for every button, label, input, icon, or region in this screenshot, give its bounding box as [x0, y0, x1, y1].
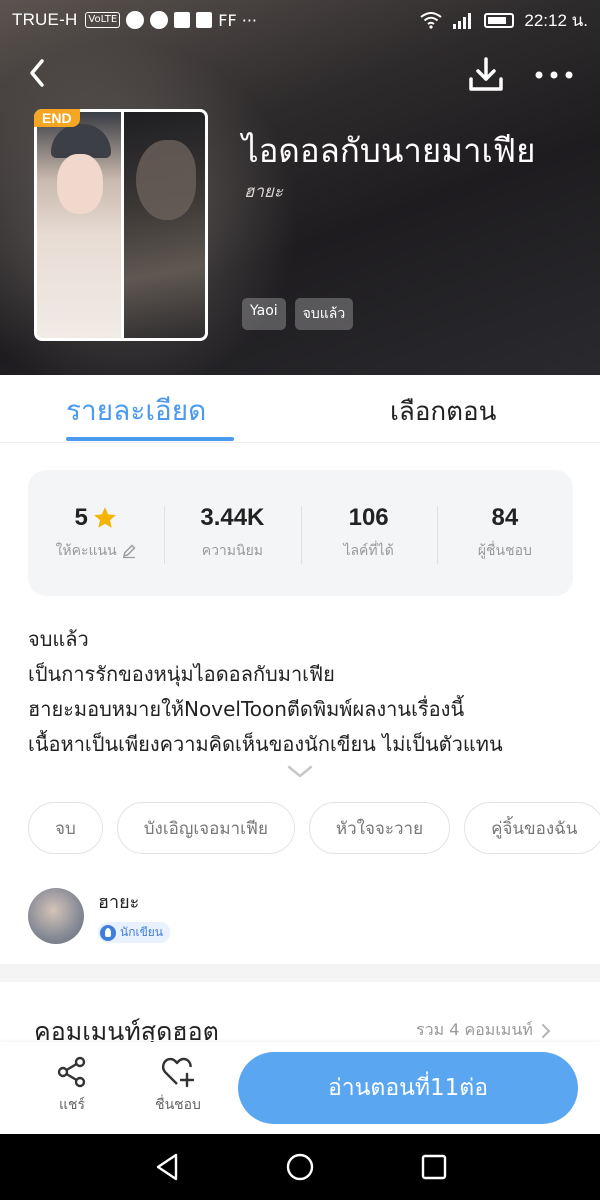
description-line: ฮายะมอบหมายให้NovelToonตีดพิมพ์ผลงานเรื่…	[28, 697, 465, 721]
share-label: แชร์	[58, 1097, 86, 1113]
book-cover	[34, 109, 208, 341]
active-tab-indicator	[66, 437, 234, 441]
comments-count: รวม 4 คอมเมนท์	[416, 1020, 533, 1039]
signal-icon	[453, 13, 472, 29]
rating-value: 5	[74, 504, 88, 531]
share-icon	[57, 1056, 86, 1088]
tab-episodes[interactable]: เลือกตอน	[390, 391, 496, 432]
tag-genre[interactable]: Yaoi	[242, 298, 286, 330]
description-line: เป็นการรักของหนุ่มไอดอลกับมาเฟีย	[28, 662, 335, 686]
nav-back-icon[interactable]	[152, 1151, 184, 1183]
book-author: ฮายะ	[244, 182, 284, 202]
writer-badge: นักเขียน	[98, 922, 171, 943]
youtube-icon	[196, 12, 213, 28]
stats-panel: 5 ให้คะแนน 3.44K ความนิยม 106 ไลค์ที่ได้…	[28, 470, 573, 596]
keyword-chip[interactable]: บังเอิญเจอมาเฟีย	[116, 802, 295, 854]
genre-tags: Yaoi จบแล้ว	[242, 298, 354, 330]
cover-image-left	[37, 112, 121, 338]
stat-fans: 84 ผู้ชื่นชอบ	[436, 504, 573, 564]
tab-bar: รายละเอียด เลือกตอน	[0, 375, 600, 443]
stat-likes: 106 ไลค์ที่ได้	[300, 504, 437, 564]
likes-label: ไลค์ที่ได้	[343, 543, 394, 559]
fans-label: ผู้ชื่นชอบ	[477, 543, 532, 559]
status-icons: VoLTE FF ···	[85, 11, 257, 30]
clock: 22:12 น.	[524, 10, 588, 30]
keyword-chip[interactable]: จบ	[28, 802, 103, 854]
author-card[interactable]: ฮายะ นักเขียน	[28, 887, 171, 945]
cover-image-right	[124, 112, 205, 338]
wifi-icon	[420, 12, 443, 29]
stat-rating[interactable]: 5 ให้คะแนน	[28, 504, 164, 562]
status-right: 22:12 น.	[420, 7, 588, 34]
keyword-chips: จบ บังเอิญเจอมาเฟีย หัวใจจะวาย คู่จิ้นขอ…	[28, 802, 600, 854]
writer-icon	[100, 924, 116, 941]
facebook-icon	[174, 12, 191, 28]
app-notification-icon	[126, 11, 145, 29]
avatar[interactable]	[28, 887, 84, 944]
author-name: ฮายะ	[98, 892, 140, 913]
favorite-button[interactable]: ชื่นชอบ	[146, 1056, 210, 1116]
nav-recent-apps-icon[interactable]	[418, 1151, 450, 1183]
heart-plus-icon	[162, 1057, 195, 1088]
battery-icon	[484, 12, 515, 28]
comments-count-link[interactable]: รวม 4 คอมเมนท์	[416, 1018, 551, 1043]
writer-badge-label: นักเขียน	[120, 925, 164, 939]
author-info: ฮายะ นักเขียน	[98, 887, 171, 945]
description-line: จบแล้ว	[28, 627, 89, 651]
carrier-name: TRUE-H	[12, 10, 78, 29]
popularity-label: ความนิยม	[201, 543, 264, 559]
chevron-right-icon	[541, 1023, 551, 1038]
stat-popularity: 3.44K ความนิยม	[164, 504, 300, 564]
continue-reading-button[interactable]: อ่านตอนที่11ต่อ	[238, 1052, 578, 1124]
tab-detail[interactable]: รายละเอียด	[66, 389, 206, 433]
back-arrow-icon[interactable]	[22, 55, 58, 91]
expand-chevron-icon[interactable]	[287, 764, 313, 780]
popularity-value: 3.44K	[200, 504, 265, 531]
volte-icon: VoLTE	[85, 12, 121, 28]
status-bar: TRUE-H VoLTE FF ··· 22:12 น.	[0, 0, 600, 40]
nav-home-icon[interactable]	[284, 1151, 316, 1183]
keyword-chip[interactable]: คู่จิ้นของฉัน	[464, 802, 600, 854]
book-title: ไอดอลกับนายมาเฟีย	[242, 131, 536, 170]
book-header: TRUE-H VoLTE FF ··· 22:12 น. END ไอดอลกั…	[0, 0, 600, 375]
favorite-label: ชื่นชอบ	[155, 1097, 201, 1113]
share-button[interactable]: แชร์	[48, 1056, 96, 1116]
more-notifications: FF ···	[218, 10, 257, 30]
end-badge: END	[34, 109, 80, 127]
book-description: จบแล้ว เป็นการรักของหนุ่มไอดอลกับมาเฟีย …	[28, 622, 573, 762]
download-icon[interactable]	[466, 55, 506, 95]
keyword-chip[interactable]: หัวใจจะวาย	[308, 802, 451, 854]
star-icon	[93, 507, 116, 528]
likes-value: 106	[348, 504, 389, 531]
section-divider	[0, 964, 600, 982]
more-options-icon[interactable]	[532, 60, 576, 90]
edit-pencil-icon[interactable]	[121, 543, 137, 559]
rating-label: ให้คะแนน	[55, 543, 117, 559]
fans-value: 84	[491, 504, 519, 531]
description-line: เนื้อหาเป็นเพียงความคิดเห็นของนักเขียน ไ…	[28, 732, 503, 756]
system-nav-bar	[0, 1134, 600, 1200]
cloud-notification-icon	[150, 11, 169, 29]
tag-status[interactable]: จบแล้ว	[294, 298, 354, 330]
bottom-action-bar: แชร์ ชื่นชอบ อ่านตอนที่11ต่อ	[0, 1042, 600, 1134]
